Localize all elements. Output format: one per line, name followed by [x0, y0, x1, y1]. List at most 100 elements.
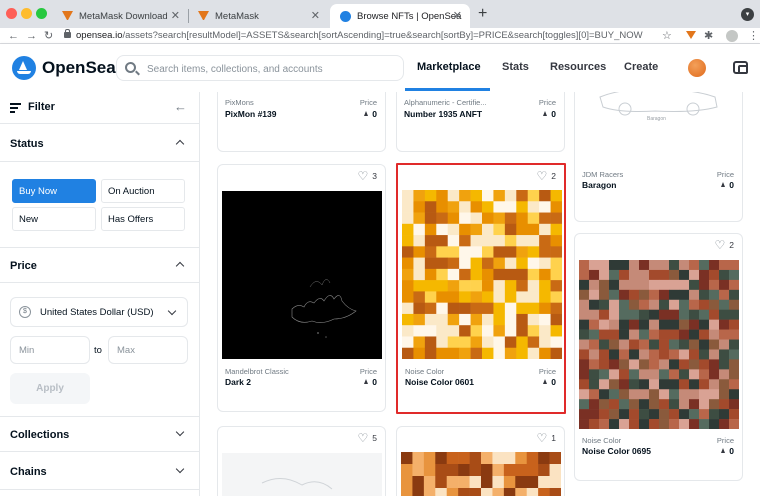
noise-pixel — [424, 280, 437, 292]
browser-menu-icon[interactable]: ⋮ — [748, 29, 759, 43]
asset-card-highlighted[interactable]: ♡ 2 Noise Color Noise Color 0601 Price 0 — [396, 163, 566, 414]
status-on-auction-button[interactable]: On Auction — [101, 179, 185, 203]
noise-pixel — [589, 399, 600, 410]
account-avatar[interactable] — [688, 59, 706, 77]
status-buy-now-button[interactable]: Buy Now — [12, 179, 96, 203]
nav-stats[interactable]: Stats — [502, 61, 529, 73]
currency-select[interactable]: $ United States Dollar (USD) — [10, 297, 188, 327]
status-new-button[interactable]: New — [12, 207, 96, 231]
noise-pixel — [629, 389, 640, 400]
noise-pixel — [639, 299, 650, 310]
noise-pixel — [689, 329, 700, 340]
noise-pixel — [709, 279, 720, 291]
noise-pixel — [619, 279, 630, 291]
noise-pixel — [639, 319, 650, 330]
asset-card[interactable]: ♡ 1 — [396, 426, 565, 496]
noise-pixel — [619, 379, 630, 390]
back-arrow-icon[interactable]: ← — [8, 28, 19, 44]
noise-pixel — [492, 488, 505, 496]
noise-pixel — [589, 409, 600, 420]
bookmark-star-icon[interactable]: ☆ — [662, 29, 672, 43]
noise-pixel — [719, 299, 730, 310]
noise-pixel — [413, 235, 426, 247]
opensea-logo-icon[interactable] — [12, 56, 36, 80]
favorite-button[interactable]: ♡ 1 — [537, 432, 557, 444]
noise-pixel — [659, 329, 670, 340]
noise-pixel — [447, 246, 460, 258]
favorite-button[interactable]: ♡ 2 — [537, 170, 557, 182]
asset-card[interactable]: ♡ 5 — [217, 426, 386, 496]
minimize-window-button[interactable] — [21, 8, 32, 19]
nav-marketplace[interactable]: Marketplace — [417, 61, 481, 73]
noise-pixel — [504, 291, 517, 303]
metamask-extension-icon[interactable] — [686, 29, 696, 43]
maximize-window-button[interactable] — [36, 8, 47, 19]
noise-pixel — [729, 419, 739, 429]
tab-opensea[interactable]: Browse NFTs | OpenSea ✕ — [330, 4, 470, 28]
extensions-puzzle-icon[interactable]: ✱ — [704, 29, 713, 43]
brand-name[interactable]: OpenSea — [42, 58, 116, 78]
close-window-button[interactable] — [6, 8, 17, 19]
chevron-up-icon — [175, 139, 185, 149]
new-tab-button[interactable]: + — [478, 5, 487, 23]
noise-pixel — [649, 279, 660, 291]
noise-pixel — [504, 280, 517, 292]
noise-pixel — [659, 359, 670, 370]
favorite-button[interactable]: ♡ 5 — [358, 432, 378, 444]
noise-pixel — [539, 336, 551, 349]
noise-pixel — [669, 379, 680, 390]
forward-arrow-icon[interactable]: → — [26, 28, 37, 44]
asset-card[interactable]: Baragon JDM Racers Baragon Price 0 — [574, 92, 743, 222]
apply-price-button[interactable]: Apply — [10, 373, 90, 404]
asset-card[interactable]: Alphanumeric - Certifie... Number 1935 A… — [396, 92, 565, 152]
nav-resources[interactable]: Resources — [550, 61, 606, 73]
noise-pixel — [709, 389, 720, 400]
chains-section-header[interactable]: Chains — [0, 454, 200, 490]
noise-pixel — [424, 268, 437, 281]
min-price-input[interactable] — [10, 336, 90, 364]
noise-pixel — [458, 476, 470, 489]
noise-pixel — [619, 399, 630, 410]
noise-pixel — [649, 409, 660, 420]
tab-metamask[interactable]: MetaMask ✕ — [188, 4, 328, 28]
noise-pixel — [639, 389, 650, 400]
close-tab-icon[interactable]: ✕ — [453, 10, 462, 22]
reload-icon[interactable]: ↻ — [44, 28, 53, 44]
search-input[interactable] — [147, 60, 397, 78]
close-tab-icon[interactable]: ✕ — [311, 10, 320, 22]
noise-pixel — [599, 349, 610, 360]
noise-pixel — [527, 302, 540, 315]
noise-pixel — [649, 339, 660, 350]
noise-pixel — [504, 212, 517, 225]
noise-pixel — [424, 347, 437, 359]
profile-avatar[interactable] — [726, 30, 738, 42]
noise-pixel — [579, 319, 590, 330]
asset-card[interactable]: PixMons PixMon #139 Price 0 — [217, 92, 386, 152]
collapse-sidebar-arrow-icon[interactable]: ← — [174, 99, 187, 114]
noise-pixel — [402, 212, 414, 225]
wallet-icon[interactable] — [733, 61, 748, 74]
asset-card[interactable]: ♡ 3 Mandelbrot Classic Dark 2 Price 0 — [217, 164, 386, 412]
noise-pixel — [550, 313, 562, 326]
noise-pixel — [579, 379, 590, 390]
status-has-offers-button[interactable]: Has Offers — [101, 207, 185, 231]
eth-icon — [364, 379, 369, 384]
status-section-header[interactable]: Status — [0, 126, 200, 162]
url-field[interactable]: opensea.io/assets?search[resultModel]=AS… — [62, 28, 684, 44]
nav-create[interactable]: Create — [624, 61, 658, 73]
asset-card[interactable]: ♡ 2 Noise Color Noise Color 0695 Price 0 — [574, 233, 743, 481]
noise-pixel — [482, 212, 494, 225]
noise-pixel — [470, 190, 483, 202]
noise-pixel — [482, 313, 494, 326]
collections-section-header[interactable]: Collections — [0, 416, 200, 452]
close-tab-icon[interactable]: ✕ — [171, 10, 180, 22]
favorite-button[interactable]: ♡ 2 — [715, 239, 735, 251]
noise-pixel — [639, 369, 650, 380]
favorite-button[interactable]: ♡ 3 — [358, 170, 378, 182]
max-price-input[interactable] — [108, 336, 188, 364]
noise-pixel — [459, 313, 471, 326]
tab-metamask-download[interactable]: MetaMask Download ✕ — [52, 4, 188, 28]
tab-search-icon[interactable]: ▾ — [741, 8, 754, 21]
noise-pixel — [550, 336, 562, 349]
price-section-header[interactable]: Price — [0, 247, 200, 283]
